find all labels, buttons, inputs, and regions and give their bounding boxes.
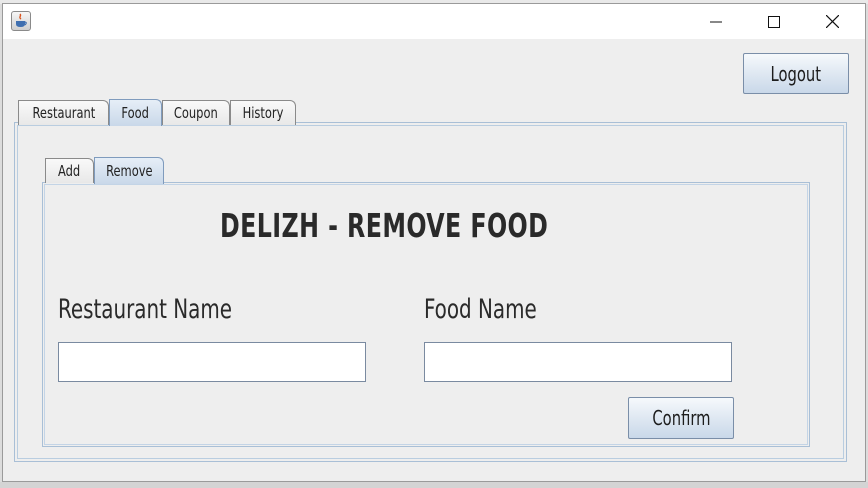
confirm-label: Confirm	[651, 406, 711, 430]
confirm-button[interactable]: Confirm	[628, 397, 734, 439]
page-title: DELIZH - REMOVE FOOD	[220, 206, 549, 245]
java-cup-icon[interactable]	[11, 11, 31, 31]
title-bar	[3, 4, 865, 39]
tab-remove-label: Remove	[105, 162, 153, 180]
restaurant-name-input[interactable]	[58, 342, 366, 382]
maximize-button[interactable]	[751, 4, 797, 39]
food-name-input[interactable]	[424, 342, 732, 382]
tab-coupon-label: Coupon	[174, 104, 218, 122]
logout-button[interactable]: Logout	[743, 53, 849, 94]
tab-restaurant-label: Restaurant	[32, 104, 95, 122]
tab-history[interactable]: History	[230, 100, 296, 125]
tab-restaurant[interactable]: Restaurant	[18, 100, 109, 125]
tab-food[interactable]: Food	[109, 99, 162, 126]
background-bottom-strip	[0, 482, 868, 488]
minimize-button[interactable]	[693, 4, 739, 39]
food-name-label: Food Name	[424, 294, 537, 325]
minimize-icon	[710, 21, 722, 22]
logout-label: Logout	[770, 61, 822, 86]
maximize-icon	[768, 15, 780, 28]
tab-remove[interactable]: Remove	[94, 157, 164, 184]
tab-coupon[interactable]: Coupon	[162, 100, 230, 125]
restaurant-name-label: Restaurant Name	[58, 294, 233, 325]
close-button[interactable]	[809, 4, 855, 39]
tab-history-label: History	[242, 104, 284, 122]
close-icon	[825, 15, 839, 28]
tab-food-label: Food	[121, 104, 150, 122]
tab-add[interactable]: Add	[45, 158, 94, 183]
tab-add-label: Add	[58, 162, 81, 180]
